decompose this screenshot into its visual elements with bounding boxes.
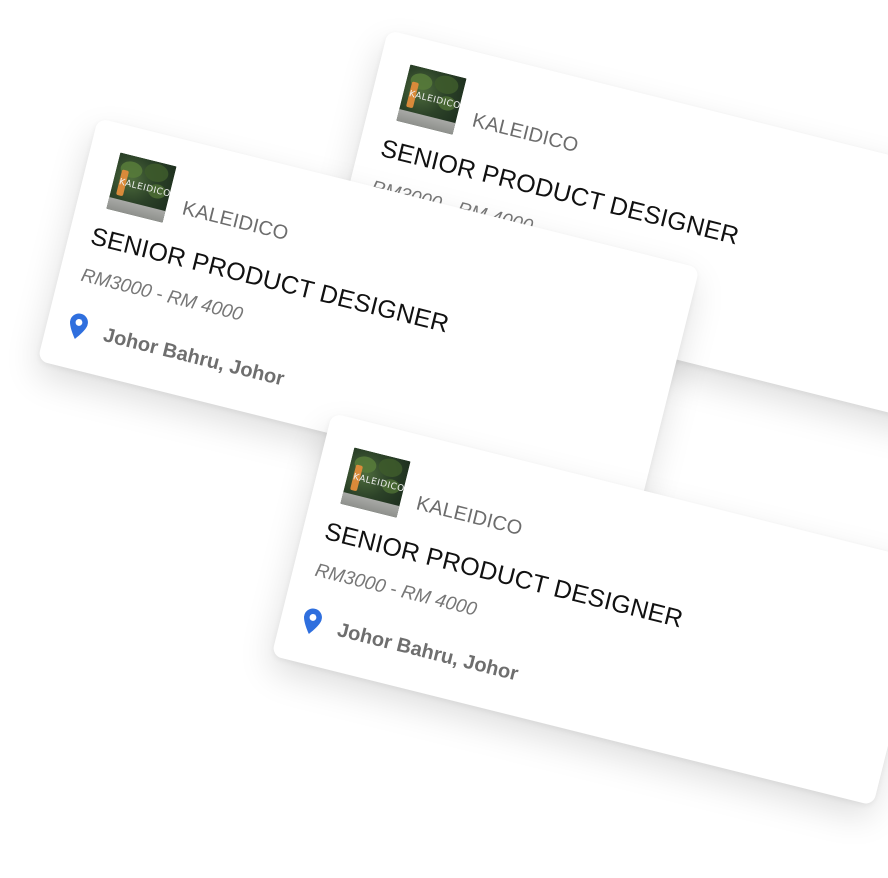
company-logo: KALEIDICO [106, 152, 177, 223]
company-name: KALEIDICO [470, 109, 581, 158]
location-pin-icon [70, 313, 88, 339]
company-name: KALEIDICO [180, 197, 291, 246]
job-location: Johor Bahru, Johor [101, 324, 287, 391]
company-logo: KALEIDICO [340, 447, 411, 518]
job-location: Johor Bahru, Johor [335, 619, 521, 686]
company-logo: KALEIDICO [396, 64, 467, 135]
location-pin-icon [304, 608, 322, 634]
company-name: KALEIDICO [414, 492, 525, 541]
